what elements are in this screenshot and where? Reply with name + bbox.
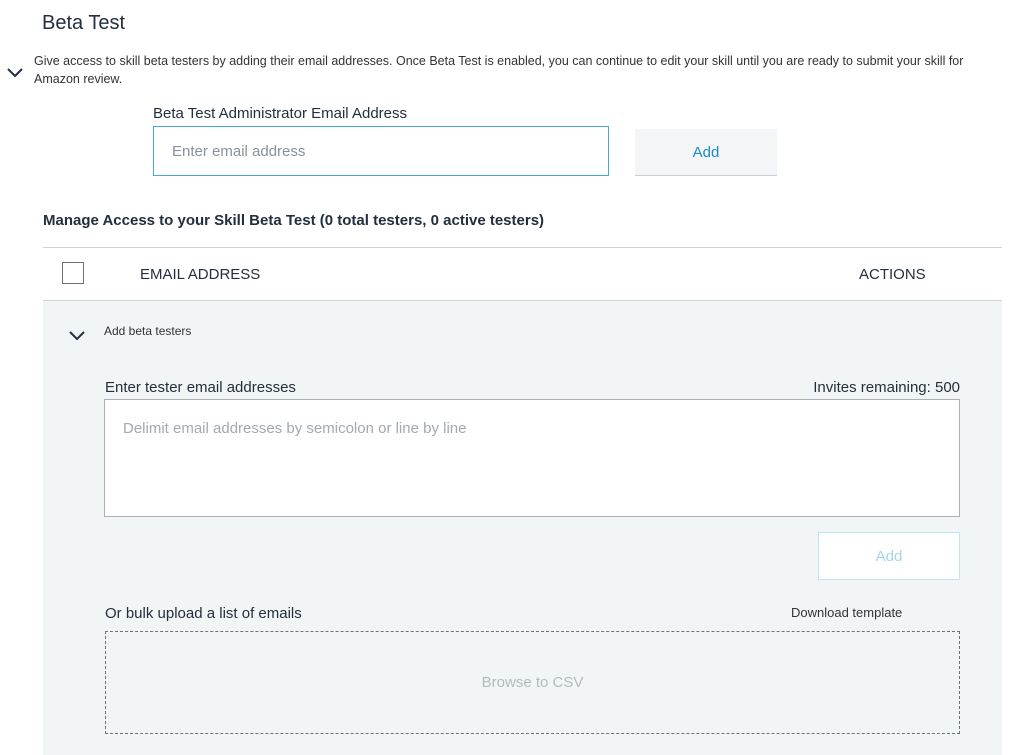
tester-emails-label: Enter tester email addresses [105,379,296,396]
admin-email-input[interactable] [153,126,609,176]
add-testers-button[interactable]: Add [818,532,960,580]
bulk-upload-label: Or bulk upload a list of emails [105,605,302,622]
add-beta-testers-toggle[interactable]: Add beta testers [104,324,191,338]
chevron-down-icon[interactable] [6,66,24,80]
invites-remaining: Invites remaining: 500 [813,379,960,396]
tester-emails-input[interactable] [104,399,960,517]
section-title: Beta Test [42,12,126,34]
column-header-email: EMAIL ADDRESS [140,266,261,283]
table-top-divider [43,247,1002,248]
select-all-checkbox[interactable] [62,262,84,284]
browse-csv-label: Browse to CSV [481,674,584,691]
admin-email-label: Beta Test Administrator Email Address [153,105,408,122]
chevron-down-icon[interactable] [68,329,86,343]
section-description: Give access to skill beta testers by add… [34,54,964,86]
download-template-link[interactable]: Download template [791,605,902,620]
csv-dropzone[interactable]: Browse to CSV [105,631,960,734]
admin-add-button[interactable]: Add [635,129,777,176]
manage-access-heading: Manage Access to your Skill Beta Test (0… [43,212,545,229]
column-header-actions: ACTIONS [859,266,926,283]
